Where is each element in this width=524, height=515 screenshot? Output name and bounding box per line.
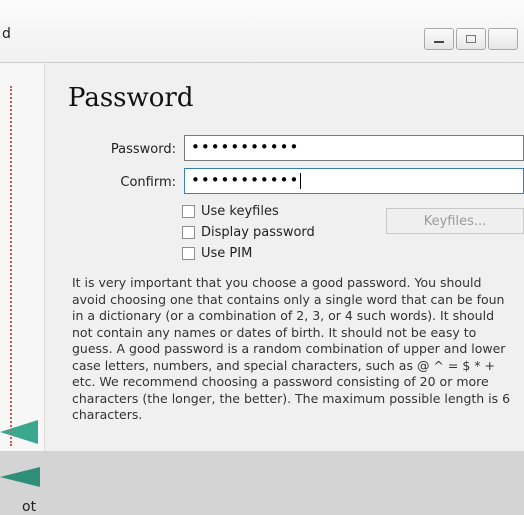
- confirm-value: •••••••••••: [191, 171, 300, 189]
- sidebar-text-fragment: ot: [22, 499, 37, 515]
- info-line: case letters, numbers, and special chara…: [72, 357, 495, 373]
- checkbox-box[interactable]: [182, 247, 195, 260]
- maximize-icon: [466, 35, 476, 43]
- password-label: Password:: [110, 142, 176, 157]
- checkbox-box[interactable]: [182, 226, 195, 239]
- info-line: not contain any names or dates of birth.…: [72, 324, 477, 340]
- info-line: characters.: [72, 407, 143, 422]
- info-line: avoid choosing one that contains only a …: [72, 291, 505, 307]
- dotted-guide-line: [10, 86, 12, 446]
- password-input[interactable]: •••••••••••: [184, 135, 524, 161]
- info-line: It is very important that you choose a g…: [72, 275, 482, 290]
- password-guidance-text: It is very important that you choose a g…: [72, 275, 524, 424]
- left-sidebar: ot: [0, 63, 45, 515]
- minimize-button[interactable]: [424, 28, 454, 50]
- window-controls: [424, 28, 524, 50]
- app-window: d ot Password Password: ••••••••••• Conf…: [0, 0, 524, 515]
- display-password-checkbox[interactable]: Display password: [182, 225, 315, 240]
- keyfiles-button[interactable]: Keyfiles...: [386, 208, 524, 234]
- minimize-icon: [434, 41, 444, 43]
- title-bar: d: [0, 0, 524, 63]
- page-title: Password: [68, 83, 194, 113]
- info-line: characters (the longer, the better). The…: [72, 390, 511, 406]
- use-keyfiles-checkbox[interactable]: Use keyfiles: [182, 204, 279, 219]
- close-button[interactable]: [488, 28, 518, 50]
- checkbox-box[interactable]: [182, 205, 195, 218]
- info-line: guess. A good password is a random combi…: [72, 341, 506, 356]
- checkbox-label: Use PIM: [201, 246, 253, 261]
- maximize-button[interactable]: [456, 28, 486, 50]
- confirm-label: Confirm:: [120, 175, 176, 190]
- use-pim-checkbox[interactable]: Use PIM: [182, 246, 252, 261]
- window-title-fragment: d: [2, 26, 11, 42]
- checkbox-label: Display password: [201, 225, 315, 240]
- checkbox-label: Use keyfiles: [201, 204, 279, 219]
- teal-arrow-decoration: [0, 467, 40, 487]
- confirm-input[interactable]: •••••••••••: [184, 168, 524, 194]
- text-caret: [300, 172, 302, 189]
- info-line: etc. We recommend choosing a password co…: [72, 374, 489, 389]
- teal-arrow-decoration: [0, 420, 38, 444]
- password-panel: Password Password: ••••••••••• Confirm: …: [44, 63, 524, 451]
- info-line: in a dictionary (or a combination of 2, …: [72, 308, 495, 323]
- password-value: •••••••••••: [191, 138, 300, 156]
